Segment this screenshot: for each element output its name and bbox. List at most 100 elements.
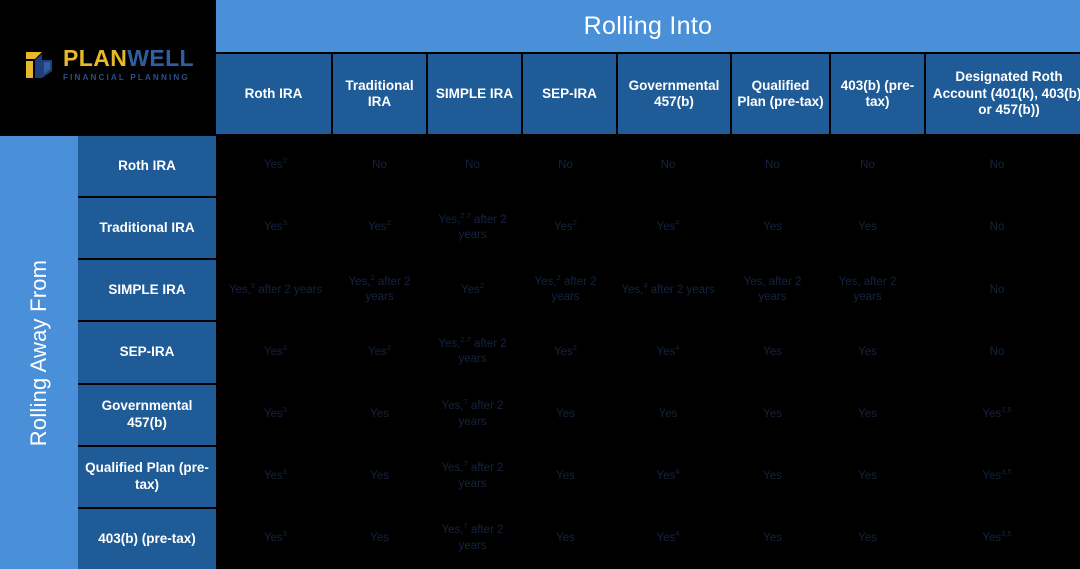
- footnote-marker: 2: [556, 273, 560, 282]
- rolling-into-banner: Rolling Into: [216, 0, 1080, 52]
- table-row: Qualified Plan (pre-tax)Yes3YesYes,7 aft…: [78, 447, 1080, 507]
- matrix-cell-value: Yes2: [264, 158, 287, 174]
- matrix-cell: Yes4: [612, 198, 724, 258]
- matrix-cell: Yes: [821, 198, 914, 258]
- matrix-cell-value: Yes2: [461, 283, 484, 299]
- matrix-cell-value: Yes,7 after 2 years: [431, 461, 514, 492]
- row-cells: Yes3YesYes,7 after 2 yearsYesYes4YesYesY…: [218, 447, 1080, 507]
- matrix-cell: Yes,2,7 after 2 years: [426, 322, 519, 382]
- row-header-qualified-plan-pre-tax: Qualified Plan (pre-tax): [78, 447, 216, 507]
- matrix-cell: Yes3,5: [914, 385, 1080, 445]
- matrix-cell: Yes: [821, 447, 914, 507]
- rollover-chart-page: PLANWELL FINANCIAL PLANNING Rolling Into…: [0, 0, 1080, 569]
- matrix-cell: Yes3: [218, 322, 333, 382]
- matrix-cell: Yes3: [218, 198, 333, 258]
- rolling-away-from-label: Rolling Away From: [26, 259, 52, 445]
- matrix-cell: Yes, after 2 years: [724, 260, 821, 320]
- row-header-traditional-ira: Traditional IRA: [78, 198, 216, 258]
- row-header-403-b-pre-tax: 403(b) (pre-tax): [78, 509, 216, 569]
- matrix-cell-value: No: [990, 283, 1005, 299]
- column-header-designated-roth-account: Designated Roth Account (401(k), 403(b),…: [926, 54, 1080, 134]
- matrix-cell: Yes3,5: [914, 447, 1080, 507]
- brand-logo: PLANWELL FINANCIAL PLANNING: [0, 0, 216, 134]
- row-cells: Yes3Yes2Yes,2,7 after 2 yearsYes2Yes4Yes…: [218, 322, 1080, 382]
- footnote-marker: 2: [573, 343, 577, 352]
- footnote-marker: 7: [463, 459, 467, 468]
- row-header-governmental-457-b: Governmental 457(b): [78, 385, 216, 445]
- matrix-cell: Yes,2 after 2 years: [519, 260, 612, 320]
- matrix-cell: Yes: [333, 447, 426, 507]
- matrix-cell-value: Yes: [858, 345, 877, 361]
- footnote-marker: 7: [463, 522, 467, 531]
- matrix-cell: Yes3,5: [914, 509, 1080, 569]
- matrix-cell-value: No: [558, 158, 573, 174]
- matrix-cell-value: No: [465, 158, 480, 174]
- matrix-cell-value: No: [990, 158, 1005, 174]
- matrix-cell: No: [914, 136, 1080, 196]
- matrix-cell-value: Yes: [763, 345, 782, 361]
- footnote-marker: 3: [283, 529, 287, 538]
- table-row: 403(b) (pre-tax)Yes3YesYes,7 after 2 yea…: [78, 509, 1080, 569]
- matrix-cell: No: [821, 136, 914, 196]
- logo-word-plan: PLAN: [63, 45, 127, 71]
- footnote-marker: 3,5: [1001, 405, 1012, 414]
- logo-word-well: WELL: [127, 45, 194, 71]
- matrix-cell-value: Yes: [370, 531, 389, 547]
- matrix-cell-value: Yes2: [368, 345, 391, 361]
- footnote-marker: 2: [573, 219, 577, 228]
- matrix-cell: Yes2: [218, 136, 333, 196]
- footnote-marker: 2,7: [460, 335, 471, 344]
- rolling-away-from-axis: Rolling Away From: [0, 136, 78, 569]
- matrix-cell-value: Yes,2,7 after 2 years: [431, 213, 514, 244]
- matrix-cell: Yes2: [519, 198, 612, 258]
- column-header-roth-ira: Roth IRA: [216, 54, 331, 134]
- matrix-cell: Yes: [821, 322, 914, 382]
- matrix-cell: No: [426, 136, 519, 196]
- matrix-cell-value: Yes3: [264, 407, 287, 423]
- matrix-cell-value: Yes3,5: [982, 469, 1011, 485]
- row-cells: Yes,3 after 2 yearsYes,2 after 2 yearsYe…: [218, 260, 1080, 320]
- column-header-simple-ira: SIMPLE IRA: [428, 54, 521, 134]
- matrix-cell-value: Yes: [763, 531, 782, 547]
- matrix-cell-value: Yes: [370, 469, 389, 485]
- table-row: Roth IRAYes2NoNoNoNoNoNoNo: [78, 136, 1080, 196]
- row-header-sep-ira: SEP-IRA: [78, 322, 216, 382]
- table-row: SIMPLE IRAYes,3 after 2 yearsYes,2 after…: [78, 260, 1080, 320]
- matrix-cell-value: Yes,2 after 2 years: [338, 275, 421, 306]
- matrix-cell-value: Yes: [858, 469, 877, 485]
- matrix-cell: Yes: [519, 385, 612, 445]
- table-row: SEP-IRAYes3Yes2Yes,2,7 after 2 yearsYes2…: [78, 322, 1080, 382]
- footnote-marker: 2: [283, 156, 287, 165]
- matrix-cell: Yes,2 after 2 years: [333, 260, 426, 320]
- matrix-cell-value: No: [661, 158, 676, 174]
- footnote-marker: 3: [283, 343, 287, 352]
- matrix-cell: Yes2: [333, 322, 426, 382]
- matrix-cell: No: [914, 322, 1080, 382]
- matrix-cell-value: Yes: [556, 469, 575, 485]
- row-cells: Yes2NoNoNoNoNoNoNo: [218, 136, 1080, 196]
- matrix-cell: Yes: [333, 509, 426, 569]
- logo-wordmark: PLANWELL: [63, 47, 194, 70]
- matrix-cell: Yes2: [519, 322, 612, 382]
- matrix-cell: No: [612, 136, 724, 196]
- matrix-cell: Yes: [519, 509, 612, 569]
- matrix-cell: Yes: [821, 509, 914, 569]
- matrix-cell-value: Yes: [556, 407, 575, 423]
- footnote-marker: 4: [675, 219, 679, 228]
- matrix-cell-value: Yes,7 after 2 years: [431, 399, 514, 430]
- row-cells: Yes3YesYes,7 after 2 yearsYesYesYesYesYe…: [218, 385, 1080, 445]
- matrix-cell: Yes3: [218, 509, 333, 569]
- matrix-cell-value: Yes3: [264, 345, 287, 361]
- matrix-cell: Yes: [519, 447, 612, 507]
- footnote-marker: 2: [480, 281, 484, 290]
- footnote-marker: 3,5: [1001, 467, 1012, 476]
- matrix-cell-value: Yes,7 after 2 years: [431, 523, 514, 554]
- matrix-cell: Yes: [333, 385, 426, 445]
- matrix-cell-value: Yes3,5: [982, 531, 1011, 547]
- matrix-cell: No: [914, 198, 1080, 258]
- matrix-cell: Yes2: [333, 198, 426, 258]
- row-cells: Yes3Yes2Yes,2,7 after 2 yearsYes2Yes4Yes…: [218, 198, 1080, 258]
- matrix-cell: Yes,3 after 2 years: [218, 260, 333, 320]
- footnote-marker: 3: [283, 219, 287, 228]
- footnote-marker: 4: [675, 343, 679, 352]
